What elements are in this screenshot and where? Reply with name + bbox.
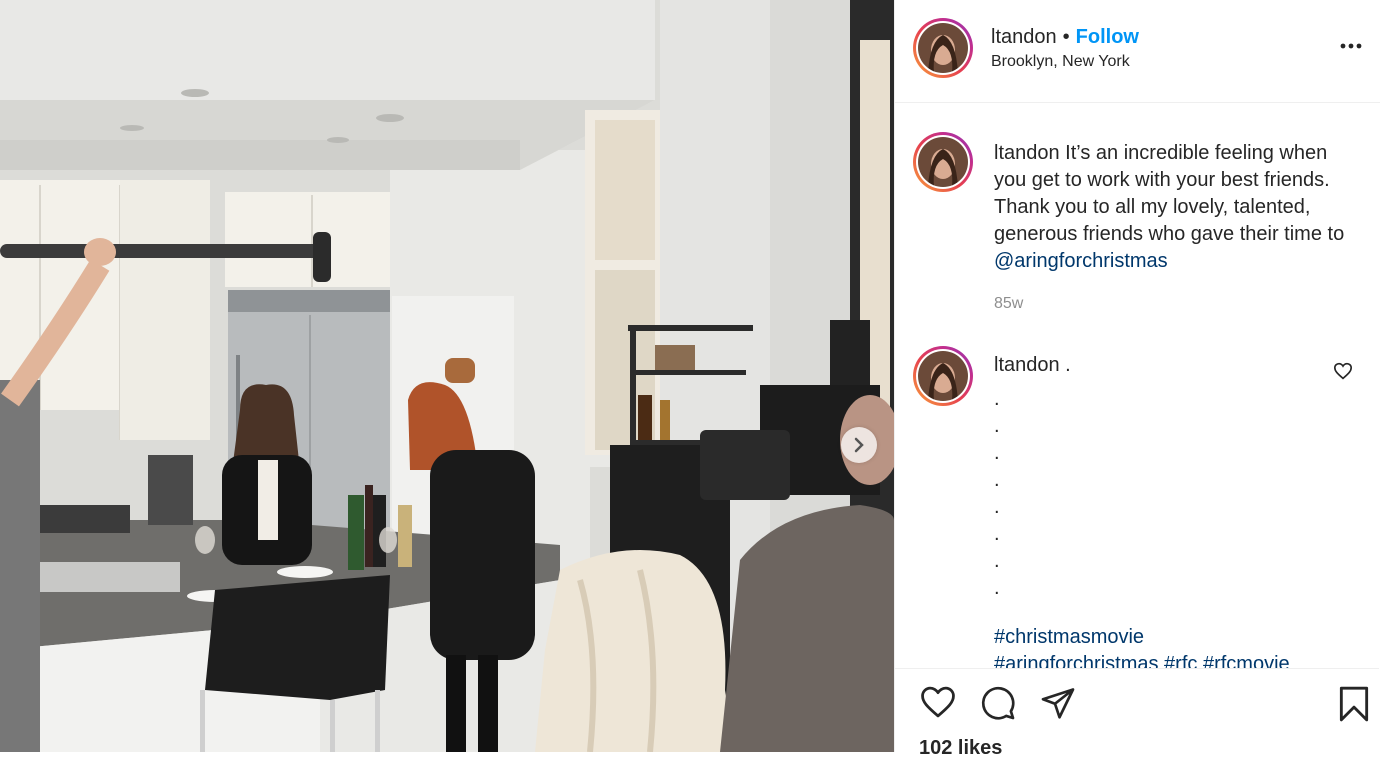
avatar-image [918,23,968,73]
chevron-right-icon [854,437,864,453]
comment-like-button[interactable] [1333,362,1353,385]
avatar-ring [916,21,970,75]
avatar-ring [916,349,970,403]
more-options-icon [1340,43,1362,49]
like-icon [921,686,955,718]
caption-mention-link[interactable]: @aringforchristmas [994,250,1168,272]
save-icon [1339,686,1369,722]
dot-line: . [994,442,1000,464]
post-header: ltandon • Follow Brooklyn, New York [895,0,1380,103]
dot-line: . [994,469,1000,491]
kitchen-set-photo [0,0,894,752]
dot-line: . [994,577,1000,599]
avatar-ring [916,135,970,189]
caption-username[interactable]: ltandon [994,142,1060,164]
caption-avatar[interactable] [913,132,973,192]
author-username[interactable]: ltandon [991,26,1057,48]
author-avatar[interactable] [913,18,973,78]
post-sidebar: ltandon • Follow Brooklyn, New York ltan… [894,0,1380,759]
save-button[interactable] [1337,685,1371,728]
dot-line: . [994,523,1000,545]
caption-text: ltandon It’s an incredible feeling when … [994,140,1364,275]
comment-body: . [1059,354,1071,376]
post-timestamp[interactable]: 85w [994,295,1023,313]
comment-button[interactable] [979,685,1017,726]
separator-dot: • [1062,26,1070,48]
avatar-image [918,137,968,187]
share-icon [1041,688,1075,719]
heart-icon [1333,362,1353,380]
hashtag-link[interactable]: #christmasmovie [994,624,1364,651]
comment-icon [981,686,1015,720]
likes-count[interactable]: 102 likes [919,737,1002,760]
dot-line: . [994,496,1000,518]
dot-line: . [994,550,1000,572]
avatar-image [918,351,968,401]
post-photo[interactable] [0,0,894,752]
action-bar: 102 likes [895,668,1379,759]
comment-text: ltandon . [994,352,1364,379]
comment-hashtags: #christmasmovie #aringforchristmas #rfc … [994,624,1364,668]
more-options-button[interactable] [1340,36,1362,54]
hashtag-link[interactable]: #aringforchristmas #rfc #rfcmovie [994,651,1364,668]
header-name-row: ltandon • Follow [991,24,1139,50]
follow-button[interactable]: Follow [1076,26,1139,48]
share-button[interactable] [1039,685,1077,726]
like-button[interactable] [919,685,957,724]
dot-line: . [994,415,1000,437]
next-photo-button[interactable] [841,427,877,463]
comment-username[interactable]: ltandon [994,354,1060,376]
instagram-post: ltandon • Follow Brooklyn, New York ltan… [0,0,1380,759]
comments-list[interactable]: ltandon It’s an incredible feeling when … [895,104,1379,668]
post-location[interactable]: Brooklyn, New York [991,53,1130,71]
comment-avatar[interactable] [913,346,973,406]
dot-line: . [994,388,1000,410]
comment-dot-lines: . . . . . . . . [994,386,1000,602]
